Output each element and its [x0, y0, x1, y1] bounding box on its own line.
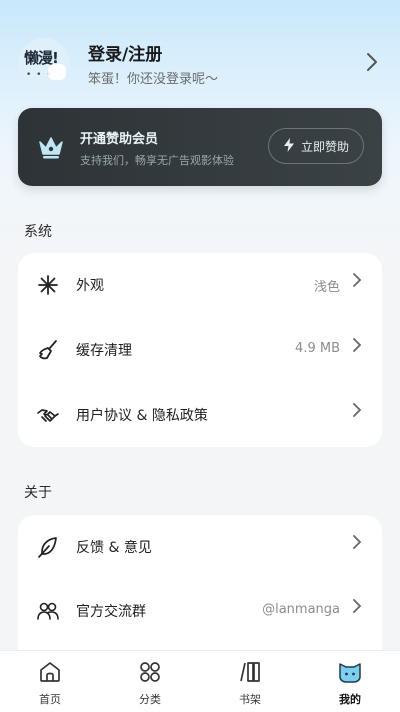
login-subtitle: 笨蛋！你还没登录呢～: [88, 72, 219, 87]
broom-icon: [36, 338, 60, 362]
settings-row-label: 用户协议 & 隐私政策: [76, 408, 208, 424]
chevron-right-icon[interactable]: [366, 52, 378, 77]
settings-row-feedback[interactable]: 反馈 & 意见: [18, 515, 382, 579]
sponsor-button[interactable]: 立即赞助: [268, 128, 364, 164]
settings-row-label: 外观: [76, 278, 104, 294]
settings-row-value: 浅色: [313, 280, 340, 295]
avatar[interactable]: 懒漫! • • •: [18, 38, 70, 90]
tab-label: 书架: [239, 693, 261, 706]
tab-label: 分类: [139, 693, 161, 706]
system-card: 外观 浅色 缓存清理 4.9 MB 用户协议 & 隐私政策: [18, 253, 382, 447]
settings-row-label: 反馈 & 意见: [76, 540, 152, 556]
settings-row-value: @lanmanga: [262, 602, 340, 617]
avatar-mascot: [48, 64, 66, 80]
crown-icon: [36, 132, 66, 162]
settings-row-label: 缓存清理: [76, 343, 132, 359]
handshake-icon: [36, 403, 60, 427]
lightning-icon: [283, 137, 295, 155]
cat-icon: [338, 660, 362, 684]
section-title-system: 系统: [24, 224, 52, 240]
tab-home[interactable]: 首页: [0, 651, 100, 712]
vip-banner[interactable]: 开通赞助会员 支持我们，畅享无广告观影体验 立即赞助: [18, 108, 382, 186]
chevron-right-icon: [352, 598, 362, 619]
login-register-title[interactable]: 登录/注册: [88, 40, 162, 65]
chevron-right-icon: [352, 272, 362, 293]
settings-row-cache[interactable]: 缓存清理 4.9 MB: [18, 318, 382, 382]
settings-row-official-group[interactable]: 官方交流群 @lanmanga: [18, 579, 382, 643]
chevron-right-icon: [352, 534, 362, 555]
chevron-right-icon: [352, 337, 362, 358]
section-title-about: 关于: [24, 485, 52, 501]
settings-row-appearance[interactable]: 外观 浅色: [18, 253, 382, 317]
sponsor-button-label: 立即赞助: [300, 139, 349, 154]
settings-row-value: 4.9 MB: [295, 341, 340, 356]
appearance-icon: [36, 273, 60, 297]
vip-subtitle: 支持我们，畅享无广告观影体验: [80, 154, 234, 167]
bottom-tab-bar: 首页 分类 书架 我的: [0, 650, 400, 712]
chevron-right-icon: [352, 402, 362, 423]
tab-label: 首页: [39, 693, 61, 706]
vip-title: 开通赞助会员: [80, 132, 159, 147]
tab-label: 我的: [339, 693, 361, 706]
bookshelf-icon: [238, 660, 262, 684]
about-card: 反馈 & 意见 官方交流群 @lanmanga: [18, 515, 382, 665]
settings-row-label: 官方交流群: [76, 604, 146, 620]
group-icon: [36, 599, 60, 623]
tab-category[interactable]: 分类: [100, 651, 200, 712]
tab-mine[interactable]: 我的: [300, 651, 400, 712]
category-icon: [138, 660, 162, 684]
home-icon: [38, 660, 62, 684]
profile-header[interactable]: 懒漫! • • • 登录/注册 笨蛋！你还没登录呢～: [18, 36, 382, 92]
settings-row-agreement[interactable]: 用户协议 & 隐私政策: [18, 383, 382, 447]
feather-icon: [36, 535, 60, 559]
tab-bookshelf[interactable]: 书架: [200, 651, 300, 712]
